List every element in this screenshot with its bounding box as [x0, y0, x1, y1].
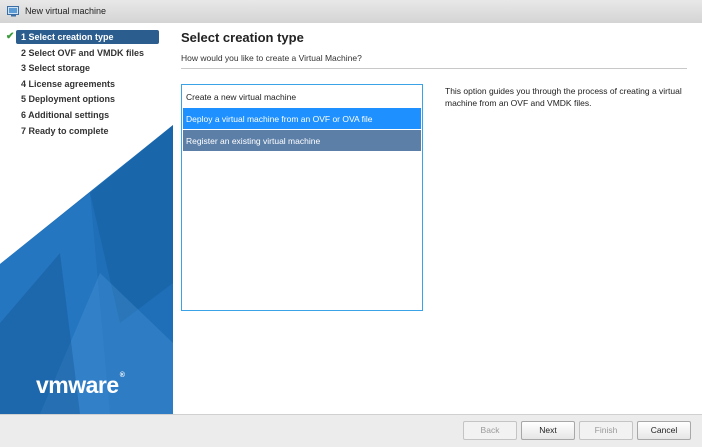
step-select-creation-type[interactable]: ✔ 1 Select creation type — [0, 30, 173, 46]
option-create-new-vm[interactable]: Create a new virtual machine — [183, 86, 421, 107]
step-select-storage[interactable]: 3 Select storage — [0, 61, 173, 77]
page-subtitle: How would you like to create a Virtual M… — [181, 53, 362, 63]
step-label: 2 Select OVF and VMDK files — [21, 47, 145, 58]
option-register-existing-vm[interactable]: Register an existing virtual machine — [183, 130, 421, 151]
page-title: Select creation type — [181, 30, 304, 45]
next-button[interactable]: Next — [521, 421, 575, 440]
cancel-button[interactable]: Cancel — [637, 421, 691, 440]
step-select-ovf-vmdk-files[interactable]: 2 Select OVF and VMDK files — [0, 46, 173, 62]
option-label: Create a new virtual machine — [186, 92, 297, 102]
step-label: 7 Ready to complete — [21, 125, 109, 136]
checkmark-icon: ✔ — [6, 31, 15, 42]
step-ready-to-complete[interactable]: 7 Ready to complete — [0, 124, 173, 140]
step-license-agreements[interactable]: 4 License agreements — [0, 77, 173, 93]
finish-button[interactable]: Finish — [579, 421, 633, 440]
option-description: This option guides you through the proce… — [445, 86, 682, 108]
wizard-steps: ✔ 1 Select creation type 2 Select OVF an… — [0, 30, 173, 139]
wizard-sidebar: ✔ 1 Select creation type 2 Select OVF an… — [0, 23, 173, 414]
step-label: 4 License agreements — [21, 78, 116, 89]
option-deploy-from-ovf-ova[interactable]: Deploy a virtual machine from an OVF or … — [183, 108, 421, 129]
title-divider — [181, 68, 687, 69]
window-titlebar: New virtual machine — [0, 0, 702, 24]
option-label: Deploy a virtual machine from an OVF or … — [186, 114, 373, 124]
option-label: Register an existing virtual machine — [186, 136, 321, 146]
step-deployment-options[interactable]: 5 Deployment options — [0, 92, 173, 108]
creation-type-list[interactable]: Create a new virtual machine Deploy a vi… — [181, 84, 423, 311]
window-title: New virtual machine — [25, 6, 107, 16]
step-label: 3 Select storage — [21, 63, 91, 74]
step-label: 6 Additional settings — [21, 109, 110, 120]
back-button[interactable]: Back — [463, 421, 517, 440]
wizard-footer: Back Next Finish Cancel — [0, 414, 702, 447]
step-label: 5 Deployment options — [21, 94, 116, 105]
virtual-machine-icon — [7, 6, 19, 17]
wizard-content: Select creation type How would you like … — [173, 23, 702, 414]
step-additional-settings[interactable]: 6 Additional settings — [0, 108, 173, 124]
step-label: 1 Select creation type — [21, 32, 114, 42]
vmware-logo: vmware® — [36, 372, 125, 398]
